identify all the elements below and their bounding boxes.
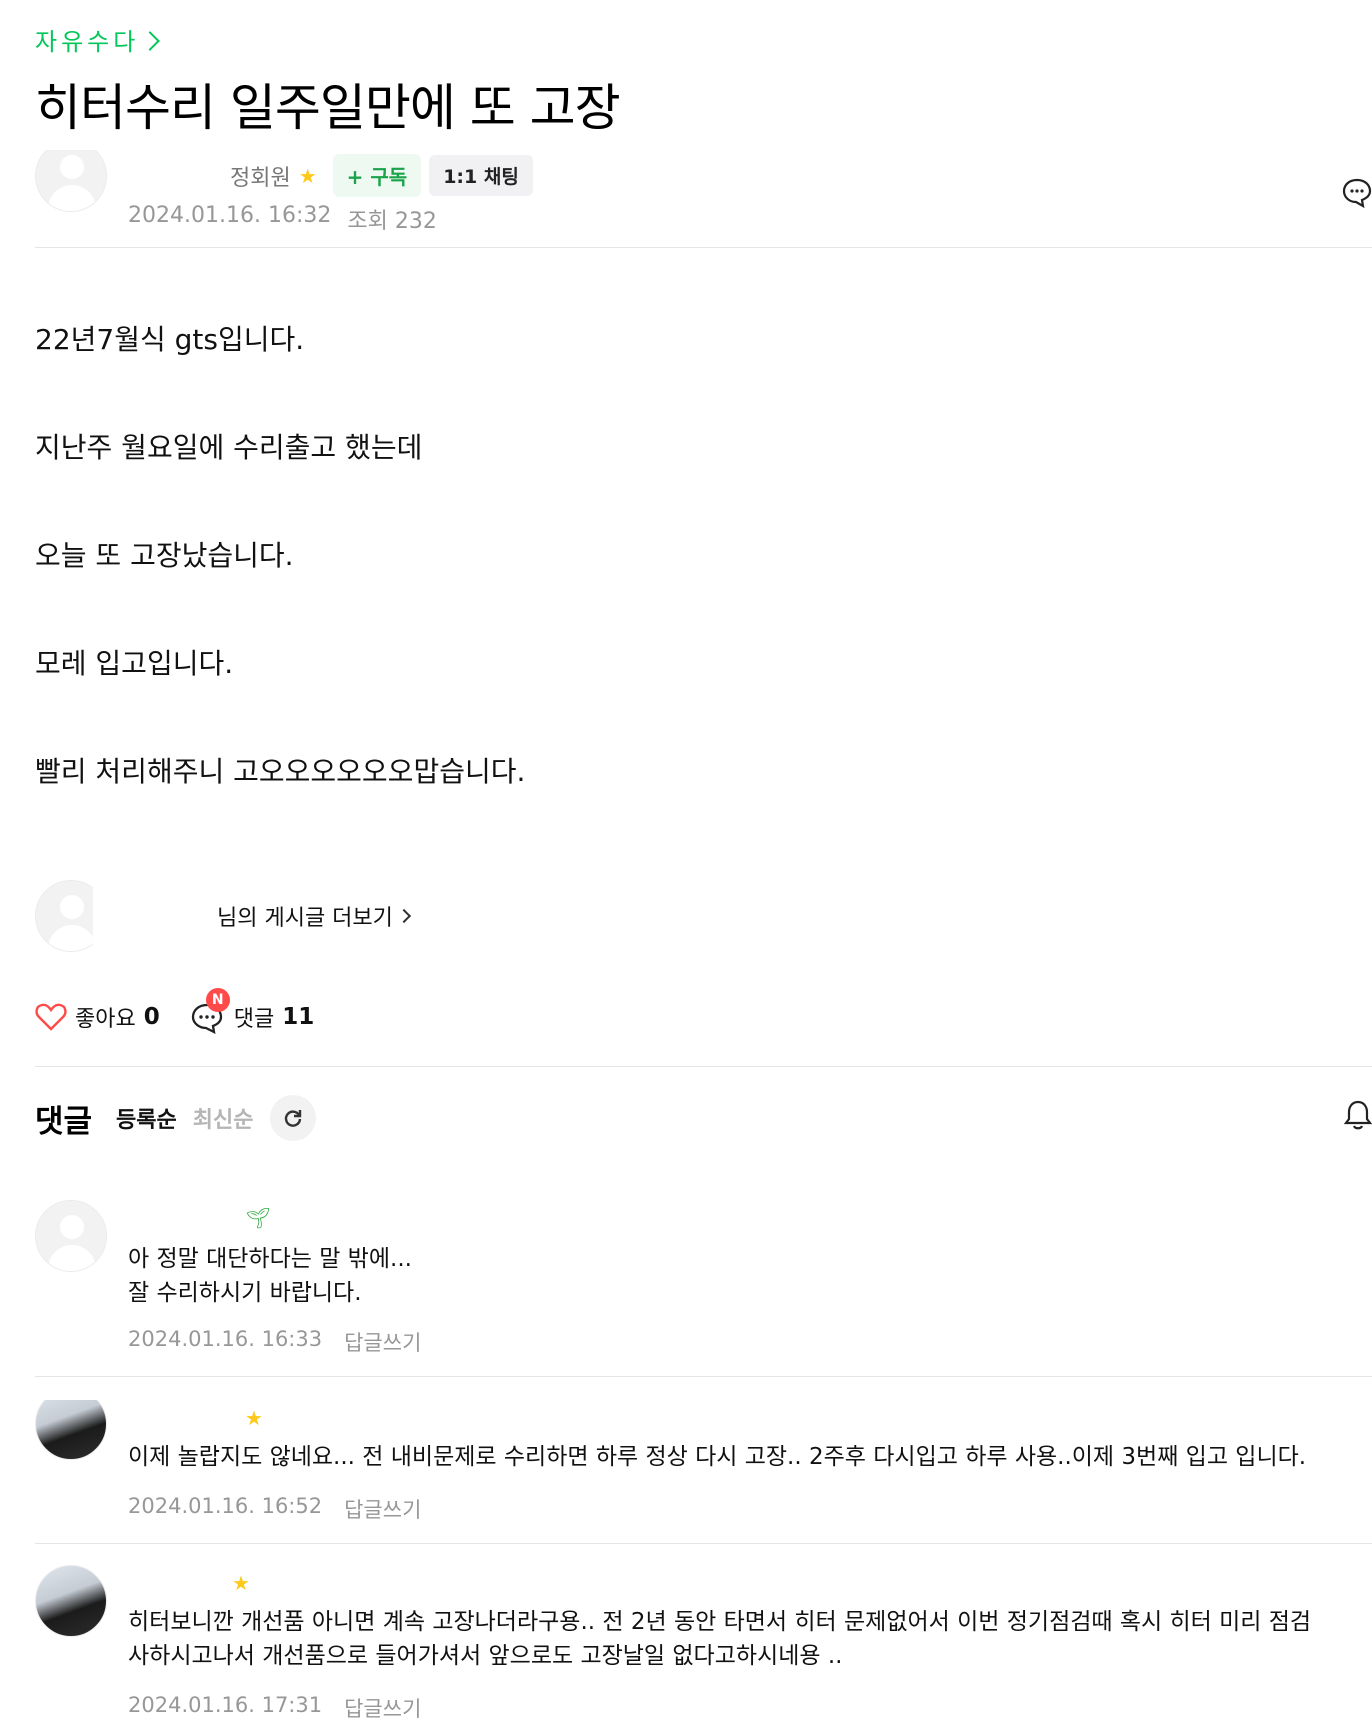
actions-divider — [35, 1066, 1372, 1067]
comment-divider — [35, 1543, 1372, 1544]
comments-header: 댓글 등록순 최신순 — [35, 1095, 1372, 1141]
comment-label: 댓글 — [233, 1007, 275, 1032]
commenter-avatar[interactable] — [35, 1400, 107, 1460]
like-count: 0 — [143, 1004, 160, 1030]
sort-registered-tab[interactable]: 등록순 — [116, 1102, 177, 1134]
new-badge: N — [205, 988, 230, 1012]
commenter-avatar[interactable] — [35, 1200, 107, 1272]
comment-line: 잘 수리하시기 바랍니다. — [128, 1280, 362, 1306]
author-avatar-small — [35, 880, 93, 952]
bell-icon[interactable] — [1343, 1099, 1372, 1135]
post-paragraph: 빨리 처리해주니 고오오오오오오맙습니다. — [35, 755, 526, 788]
comment-text: 아 정말 대단하다는 말 밖에... 잘 수리하시기 바랍니다. — [128, 1242, 412, 1310]
reply-button[interactable]: 답글쓰기 — [344, 1693, 421, 1723]
post-paragraph: 22년7월식 gts입니다. — [35, 323, 305, 356]
star-icon: ★ — [245, 1406, 263, 1430]
post-date: 2024.01.16. 16:32 — [128, 203, 332, 228]
post-paragraph: 오늘 또 고장났습니다. — [35, 539, 294, 572]
comment-divider — [35, 1376, 1372, 1377]
comment-line: 히터보니깐 개선품 아니면 계속 고장나더라구용.. 전 2년 동안 타면서 히… — [128, 1609, 1312, 1635]
post-body: 22년7월식 gts입니다. 지난주 월요일에 수리출고 했는데 오늘 또 고장… — [35, 320, 525, 860]
author-avatar[interactable] — [35, 150, 107, 212]
like-button[interactable]: 좋아요 0 — [35, 1001, 160, 1033]
action-row: 좋아요 0 N 댓글 11 — [35, 988, 315, 1034]
comment-item: ★ 이제 놀랍지도 않네요... 전 내비문제로 수리하면 하루 정상 다시 고… — [35, 1400, 1372, 1530]
chevron-right-icon — [396, 908, 411, 924]
comment-meta: 2024.01.16. 16:33 답글쓰기 — [128, 1327, 421, 1357]
chat-button[interactable]: 1:1 채팅 — [429, 155, 533, 196]
reply-button[interactable]: 답글쓰기 — [344, 1494, 421, 1524]
refresh-button[interactable] — [269, 1095, 316, 1141]
comments-heading: 댓글 — [35, 1103, 93, 1140]
post-title: 히터수리 일주일만에 또 고장 — [35, 79, 621, 137]
comment-button[interactable]: N 댓글 11 — [190, 988, 315, 1034]
comment-meta: 2024.01.16. 16:52 답글쓰기 — [128, 1494, 421, 1524]
sort-latest-tab[interactable]: 최신순 — [193, 1102, 254, 1134]
comment-date: 2024.01.16. 17:31 — [128, 1693, 323, 1717]
reply-button[interactable]: 답글쓰기 — [344, 1327, 421, 1357]
comment-bubble-icon[interactable] — [1341, 176, 1372, 212]
board-name: 자유수다 — [35, 28, 140, 56]
member-level: 정회원 — [230, 165, 291, 191]
comment-item: ★ 히터보니깐 개선품 아니면 계속 고장나더라구용.. 전 2년 동안 타면서… — [35, 1565, 1372, 1725]
like-label: 좋아요 — [75, 1007, 136, 1032]
refresh-icon — [284, 1110, 301, 1127]
sprout-icon: 🌱︎ — [245, 1206, 271, 1230]
comment-meta: 2024.01.16. 17:31 답글쓰기 — [128, 1693, 421, 1723]
more-posts-link[interactable]: 님의 게시글 더보기 — [217, 900, 411, 932]
comment-date: 2024.01.16. 16:52 — [128, 1494, 323, 1518]
board-link[interactable]: 자유수다 — [35, 22, 161, 57]
star-icon: ★ — [298, 163, 317, 188]
post-meta: 2024.01.16. 16:32 조회 232 — [128, 203, 437, 235]
comment-date: 2024.01.16. 16:33 — [128, 1327, 323, 1351]
author-row: 정회원 ★ + 구독 1:1 채팅 2024.01.16. 16:32 조회 2… — [35, 150, 1372, 240]
post-paragraph: 모레 입고입니다. — [35, 647, 234, 680]
post-views: 조회 232 — [347, 209, 437, 234]
comment-item: 🌱︎ 아 정말 대단하다는 말 밖에... 잘 수리하시기 바랍니다. 2024… — [35, 1200, 1372, 1355]
header-divider — [35, 247, 1372, 248]
post-paragraph: 지난주 월요일에 수리출고 했는데 — [35, 431, 423, 464]
commenter-avatar[interactable] — [35, 1565, 107, 1637]
comment-line: 이제 놀랍지도 않네요... 전 내비문제로 수리하면 하루 정상 다시 고장.… — [128, 1444, 1307, 1470]
star-icon: ★ — [232, 1571, 250, 1595]
more-posts-label: 님의 게시글 더보기 — [217, 906, 393, 931]
comment-count: 11 — [282, 1004, 315, 1030]
comment-text: 히터보니깐 개선품 아니면 계속 고장나더라구용.. 전 2년 동안 타면서 히… — [128, 1605, 1311, 1673]
subscribe-button[interactable]: + 구독 — [332, 154, 422, 197]
comment-line: 아 정말 대단하다는 말 밖에... — [128, 1246, 412, 1272]
comment-text: 이제 놀랍지도 않네요... 전 내비문제로 수리하면 하루 정상 다시 고장.… — [128, 1440, 1306, 1474]
comment-line: 사하시고나서 개선품으로 들어가셔서 앞으로도 고장날일 없다고하시네용 .. — [128, 1643, 843, 1669]
heart-icon — [35, 1003, 67, 1031]
more-posts-row[interactable]: 님의 게시글 더보기 — [35, 880, 411, 952]
chevron-right-icon — [140, 30, 161, 51]
author-line: 정회원 ★ + 구독 1:1 채팅 — [230, 154, 533, 197]
